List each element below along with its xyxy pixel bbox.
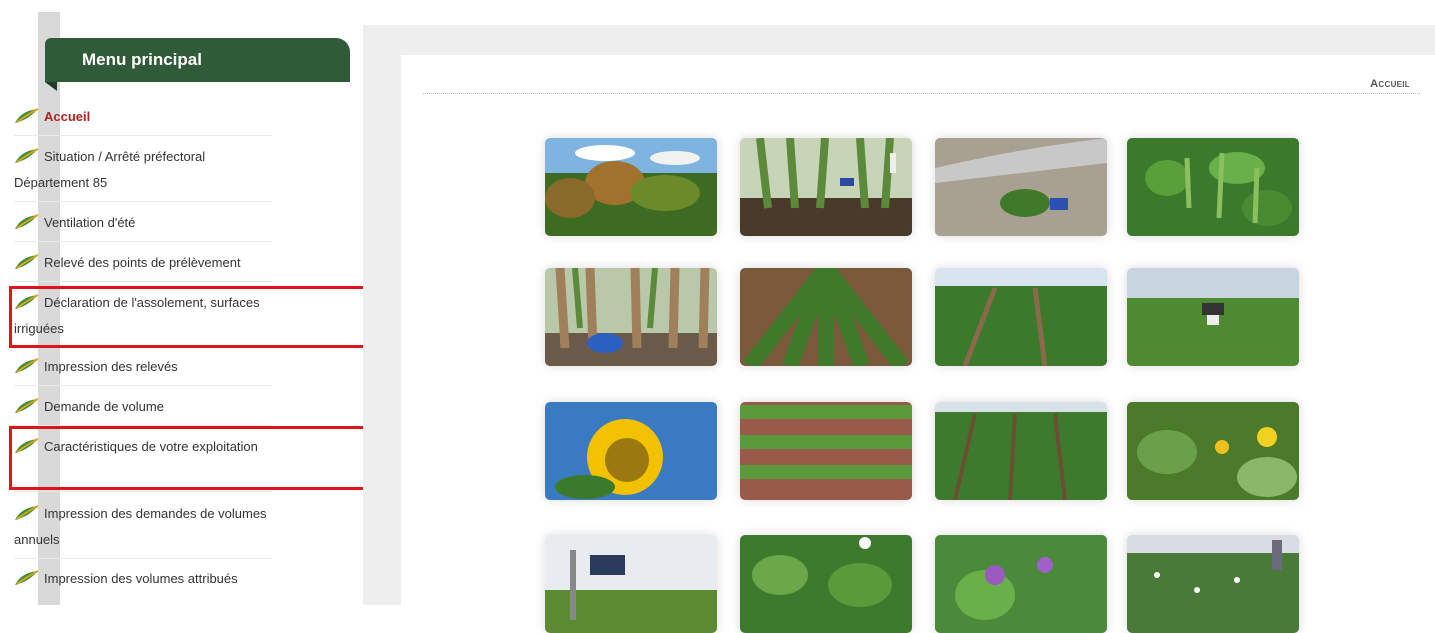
menu-item-label: Impression des demandes de volumes annue… (14, 506, 267, 547)
menu-item-ventilation[interactable]: Ventilation d'été (14, 210, 272, 242)
leaf-icon (15, 570, 39, 585)
menu-item-demande-volume[interactable]: Demande de volume (14, 394, 272, 426)
photo-sorghum-field[interactable] (545, 138, 717, 236)
menu-item-impression-releves[interactable]: Impression des relevés (14, 354, 272, 386)
photo-field-with-person[interactable] (1127, 535, 1299, 633)
menu-item-impression-volumes[interactable]: Impression des volumes attribués (14, 566, 272, 597)
highlight-box-declaration (9, 286, 394, 348)
highlight-box-caracteristiques (9, 426, 394, 490)
menu-item-label: Impression des volumes attribués (44, 571, 238, 586)
leaf-icon (15, 505, 39, 520)
photo-sunflower[interactable] (545, 402, 717, 500)
photo-squash-flowers[interactable] (1127, 402, 1299, 500)
photo-purple-flowers[interactable] (935, 535, 1107, 633)
photo-corn-rows-with-sensor[interactable] (740, 138, 912, 236)
leaf-icon (15, 148, 39, 163)
leaf-icon (15, 108, 39, 123)
menu-item-situation[interactable]: Situation / Arrêté préfectoral Départeme… (14, 144, 272, 202)
menu-item-impression-demandes[interactable]: Impression des demandes de volumes annue… (14, 501, 272, 559)
menu-item-label: Accueil (44, 109, 91, 124)
photo-solar-panel-station[interactable] (545, 535, 717, 633)
photo-pea-pods[interactable] (1127, 138, 1299, 236)
leaf-icon (15, 398, 39, 413)
menu-item-label: Situation / Arrêté préfectoral Départeme… (14, 149, 206, 190)
breadcrumb-divider (423, 93, 1420, 94)
menu-item-label: Ventilation d'été (44, 215, 136, 230)
breadcrumb[interactable]: Accueil (1320, 78, 1410, 90)
menu-item-label: Demande de volume (44, 399, 164, 414)
leaf-icon (15, 358, 39, 373)
menu-item-label: Impression des relevés (44, 359, 178, 374)
photo-corn-stalks-with-tank[interactable] (545, 268, 717, 366)
leaf-icon (15, 214, 39, 229)
photo-crop-rows-2[interactable] (935, 268, 1107, 366)
leaf-icon (15, 254, 39, 269)
menu-header: Menu principal (45, 38, 350, 91)
photo-crop-rows-3[interactable] (935, 402, 1107, 500)
photo-crop-rows-1[interactable] (740, 268, 912, 366)
photo-seedling-with-irrigation-pipe[interactable] (935, 138, 1107, 236)
photo-field-with-solar-sensor[interactable] (1127, 268, 1299, 366)
menu-item-label: Relevé des points de prélèvement (44, 255, 241, 270)
photo-onion-rows[interactable] (740, 402, 912, 500)
menu-title: Menu principal (82, 50, 202, 69)
menu-item-releve[interactable]: Relevé des points de prélèvement (14, 250, 272, 282)
photo-crop-with-probe[interactable] (740, 535, 912, 633)
menu-item-accueil[interactable]: Accueil (14, 104, 272, 136)
